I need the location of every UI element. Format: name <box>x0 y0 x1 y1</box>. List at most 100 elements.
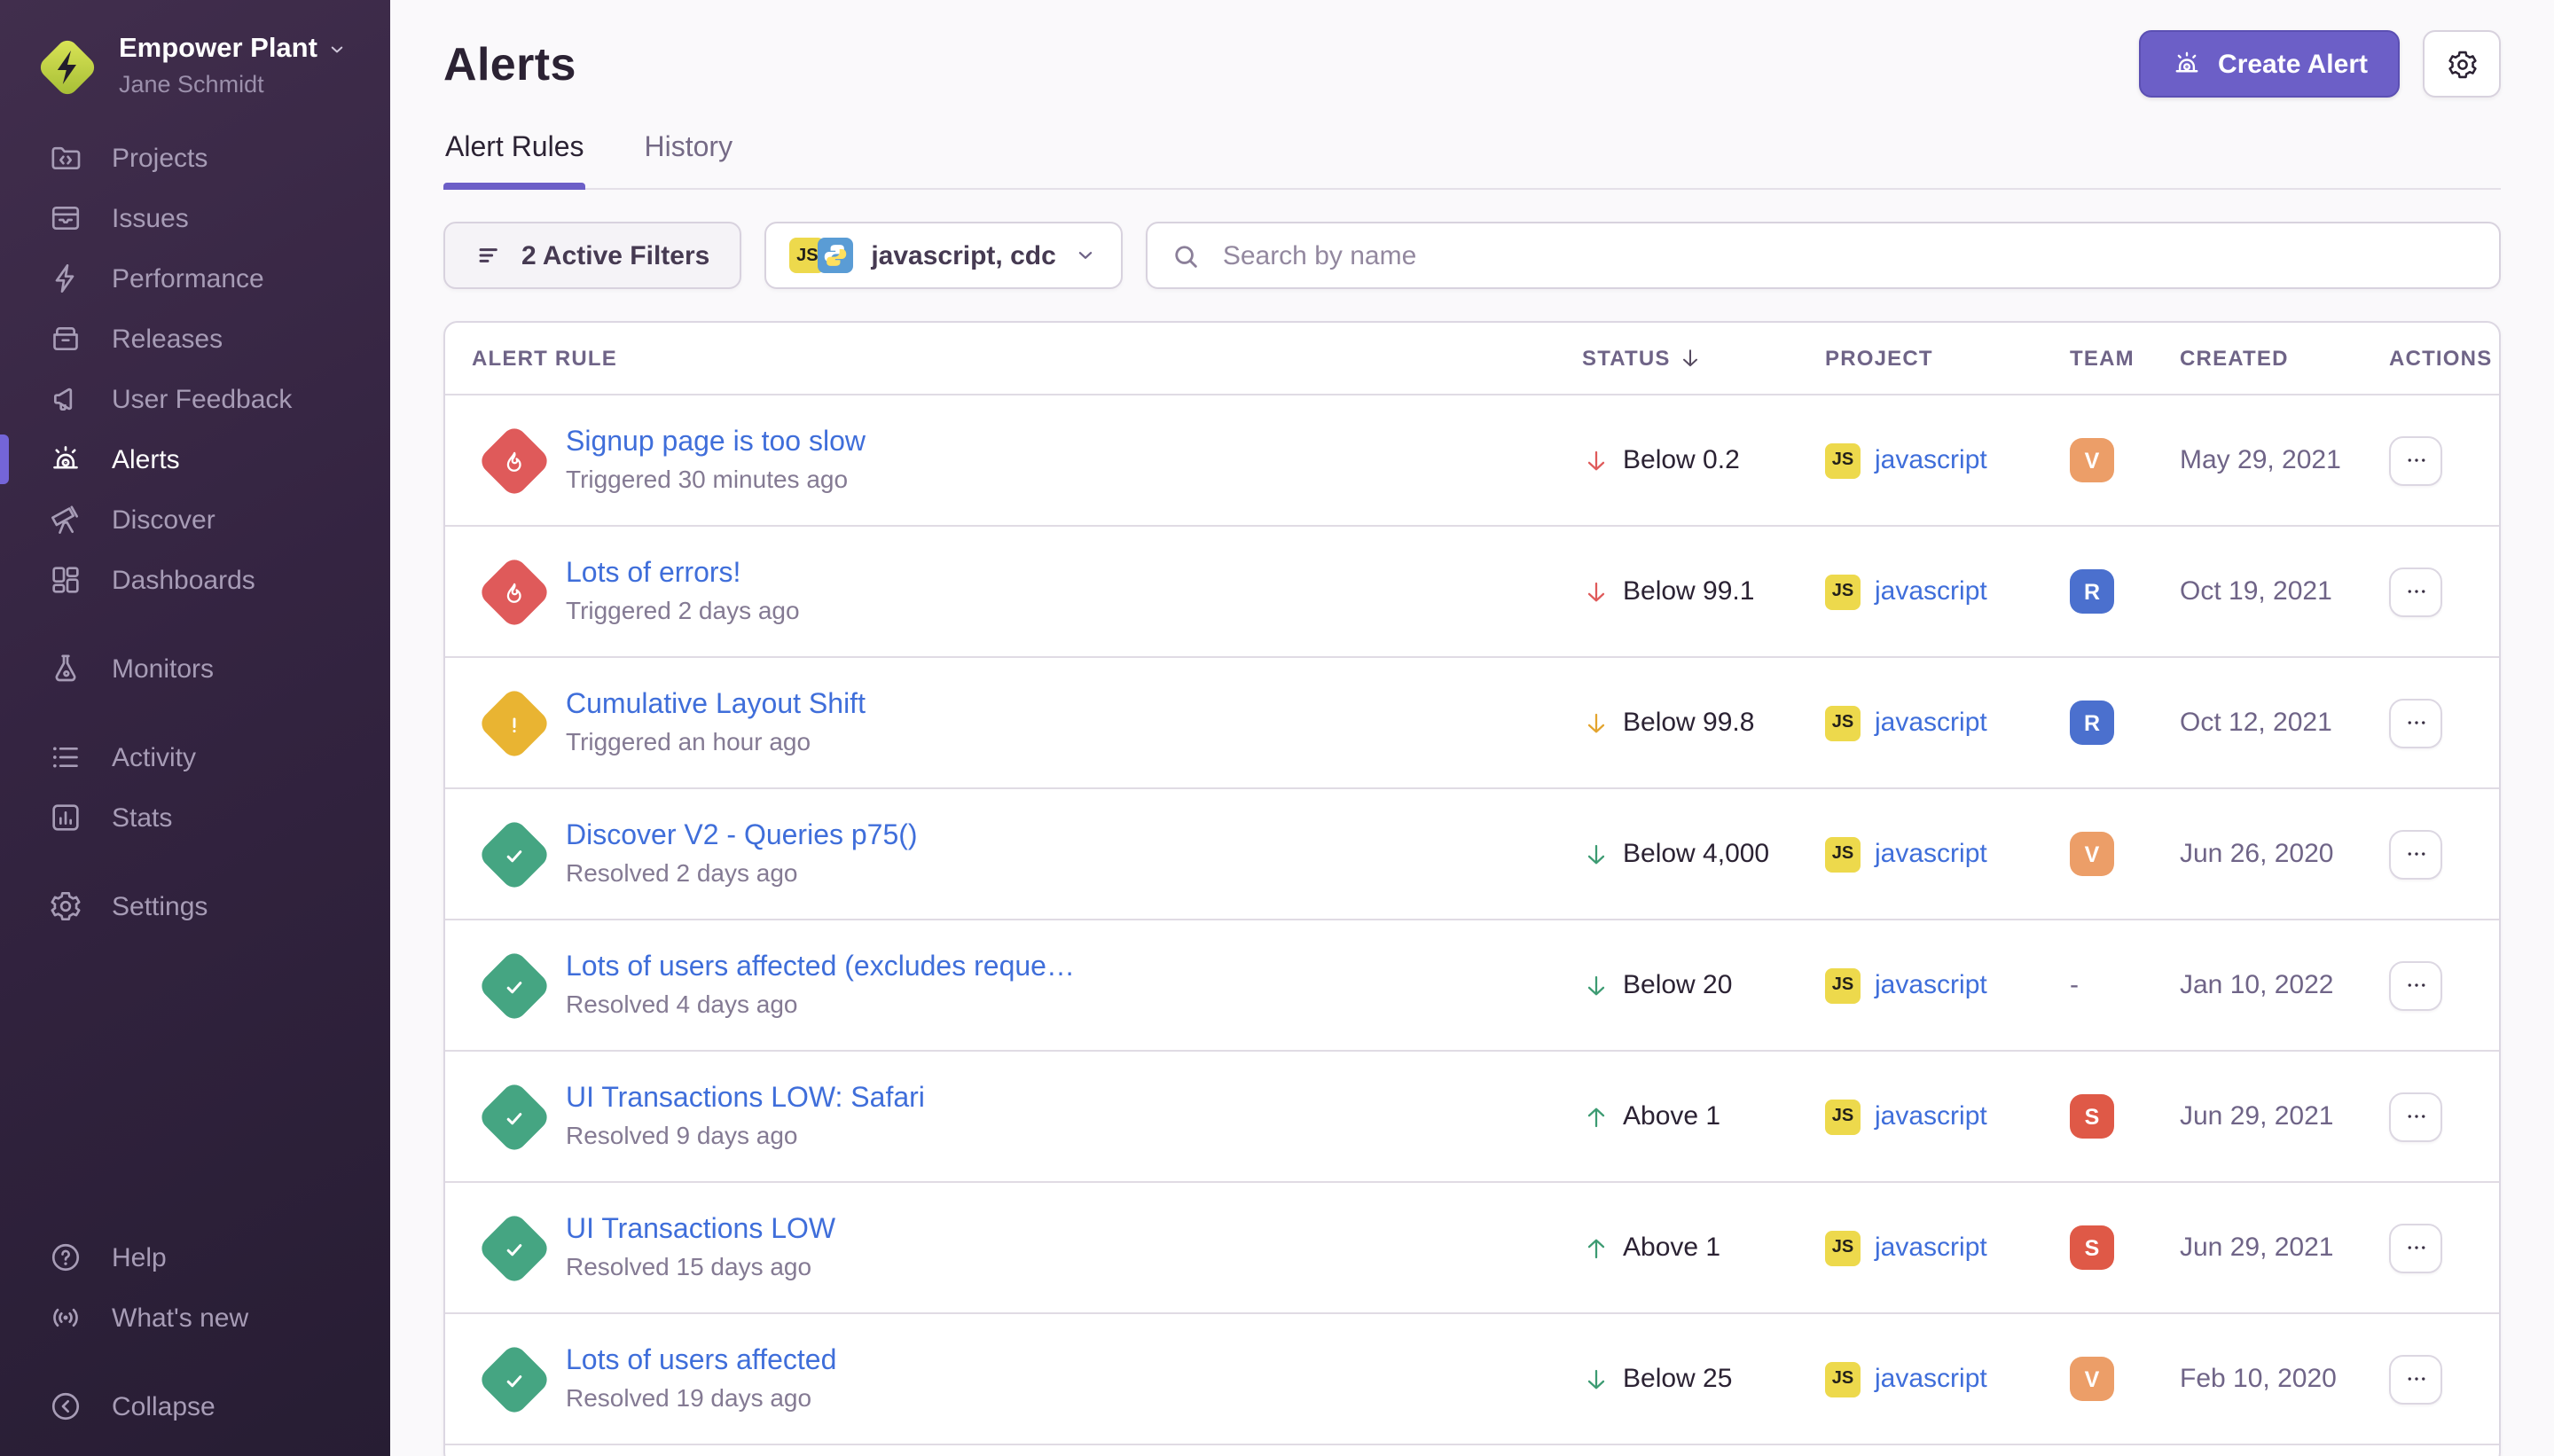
row-actions-button[interactable] <box>2389 829 2442 879</box>
project-link[interactable]: javascript <box>1875 708 1987 738</box>
project-link[interactable]: javascript <box>1875 1364 1987 1394</box>
created-date: May 29, 2021 <box>2158 445 2366 475</box>
feedback-icon <box>48 381 83 417</box>
alert-rule-link[interactable]: UI Transactions LOW: Safari <box>566 1084 1532 1115</box>
created-date: Feb 10, 2020 <box>2158 1364 2366 1394</box>
sidebar-item-projects[interactable]: Projects <box>0 128 390 188</box>
filter-bar: 2 Active Filters JS javascript, cdc <box>443 222 2501 289</box>
team-avatar: R <box>2070 569 2114 614</box>
table-row: Cumulative Layout Shift Triggered an hou… <box>445 656 2499 787</box>
ellipsis-icon <box>2402 709 2429 736</box>
tab-history[interactable]: History <box>643 119 735 188</box>
trend-arrow-icon <box>1582 1232 1610 1264</box>
sidebar-item-label: Help <box>112 1242 167 1272</box>
alert-status-icon <box>477 554 552 630</box>
row-actions-button[interactable] <box>2389 1223 2442 1272</box>
column-alert-rule: Alert Rule <box>445 346 1568 371</box>
trend-arrow-icon <box>1582 707 1610 739</box>
status-value: Below 20 <box>1623 970 1732 1000</box>
org-switcher[interactable]: Empower Plant Jane Schmidt <box>32 32 365 103</box>
project-link[interactable]: javascript <box>1875 970 1987 1000</box>
project-link[interactable]: javascript <box>1875 1101 1987 1131</box>
team-avatar: - <box>2070 970 2158 1000</box>
dashboards-icon <box>48 562 83 598</box>
alert-status-icon <box>477 948 552 1023</box>
sidebar-item-label: User Feedback <box>112 384 292 414</box>
project-selector[interactable]: JS javascript, cdc <box>764 222 1123 289</box>
sidebar-collapse-button[interactable]: Collapse <box>0 1376 390 1436</box>
sidebar-item-releases[interactable]: Releases <box>0 309 390 369</box>
project-link[interactable]: javascript <box>1875 1233 1987 1263</box>
org-name[interactable]: Empower Plant <box>119 34 317 66</box>
sidebar-item-stats[interactable]: Stats <box>0 787 390 848</box>
column-status[interactable]: Status <box>1568 346 1798 371</box>
tab-alert-rules[interactable]: Alert Rules <box>443 119 586 188</box>
row-actions-button[interactable] <box>2389 567 2442 616</box>
sidebar-item-alerts[interactable]: Alerts <box>0 429 390 489</box>
row-actions-button[interactable] <box>2389 1354 2442 1404</box>
filter-icon <box>475 241 504 270</box>
ellipsis-icon <box>2402 841 2429 867</box>
project-link[interactable]: javascript <box>1875 445 1987 475</box>
ellipsis-icon <box>2402 972 2429 998</box>
project-link[interactable]: javascript <box>1875 839 1987 869</box>
stats-icon <box>48 800 83 835</box>
row-actions-button[interactable] <box>2389 1092 2442 1141</box>
alert-rule-link[interactable]: Cumulative Layout Shift <box>566 690 1532 722</box>
sidebar-item-discover[interactable]: Discover <box>0 489 390 550</box>
sort-descending-icon <box>1678 346 1703 371</box>
search-input[interactable] <box>1219 239 2476 272</box>
releases-icon <box>48 321 83 356</box>
active-filters-label: 2 Active Filters <box>521 240 709 270</box>
alert-rule-link[interactable]: Signup page is too slow <box>566 427 1532 459</box>
chevron-down-icon <box>326 39 348 60</box>
alert-rule-link[interactable]: Lots of errors! <box>566 559 1532 591</box>
alert-status-icon <box>477 1342 552 1417</box>
alert-settings-button[interactable] <box>2423 30 2501 98</box>
sidebar-item-label: Issues <box>112 203 189 233</box>
trend-arrow-icon <box>1582 575 1610 607</box>
column-team: Team <box>2056 346 2158 371</box>
search-field[interactable] <box>1147 222 2501 289</box>
settings-icon <box>48 888 83 924</box>
sidebar-item-issues[interactable]: Issues <box>0 188 390 248</box>
alert-rule-link[interactable]: Lots of users affected (excludes reque… <box>566 952 1532 984</box>
alert-rule-link[interactable]: Discover V2 - Queries p75() <box>566 821 1532 853</box>
alert-rule-link[interactable]: UI Transactions LOW <box>566 1215 1532 1247</box>
row-actions-button[interactable] <box>2389 435 2442 485</box>
next-row-edge <box>445 1444 2499 1456</box>
sidebar-item-feedback[interactable]: User Feedback <box>0 369 390 429</box>
gear-icon <box>2445 47 2479 81</box>
issues-icon <box>48 200 83 236</box>
sidebar-item-settings[interactable]: Settings <box>0 876 390 936</box>
row-actions-button[interactable] <box>2389 698 2442 748</box>
alert-rule-subtitle: Resolved 15 days ago <box>566 1252 1532 1280</box>
org-logo-icon <box>32 32 103 103</box>
alert-rule-link[interactable]: Lots of users affected <box>566 1346 1532 1378</box>
trend-arrow-icon <box>1582 444 1610 476</box>
performance-icon <box>48 261 83 296</box>
team-avatar: R <box>2070 701 2114 745</box>
sidebar-item-label: Releases <box>112 324 223 354</box>
create-alert-button[interactable]: Create Alert <box>2138 30 2400 98</box>
sidebar-item-activity[interactable]: Activity <box>0 727 390 787</box>
whatsnew-icon <box>48 1300 83 1335</box>
active-filters-button[interactable]: 2 Active Filters <box>443 222 741 289</box>
team-avatar: S <box>2070 1094 2114 1139</box>
sidebar-item-dashboards[interactable]: Dashboards <box>0 550 390 610</box>
sidebar-item-whatsnew[interactable]: What's new <box>0 1288 390 1348</box>
sidebar-item-performance[interactable]: Performance <box>0 248 390 309</box>
team-avatar: V <box>2070 438 2114 482</box>
row-actions-button[interactable] <box>2389 960 2442 1010</box>
sidebar-item-monitors[interactable]: Monitors <box>0 638 390 699</box>
table-body: Signup page is too slow Triggered 30 min… <box>445 394 2499 1444</box>
project-link[interactable]: javascript <box>1875 576 1987 607</box>
status-value: Below 25 <box>1623 1364 1732 1394</box>
trend-arrow-icon <box>1582 838 1610 870</box>
sidebar-item-help[interactable]: Help <box>0 1227 390 1288</box>
table-header: Alert Rule Status Project Team Created A… <box>445 323 2499 394</box>
status-value: Above 1 <box>1623 1233 1720 1263</box>
created-date: Jun 29, 2021 <box>2158 1101 2366 1131</box>
ellipsis-icon <box>2402 1366 2429 1392</box>
alert-status-icon <box>477 423 552 498</box>
